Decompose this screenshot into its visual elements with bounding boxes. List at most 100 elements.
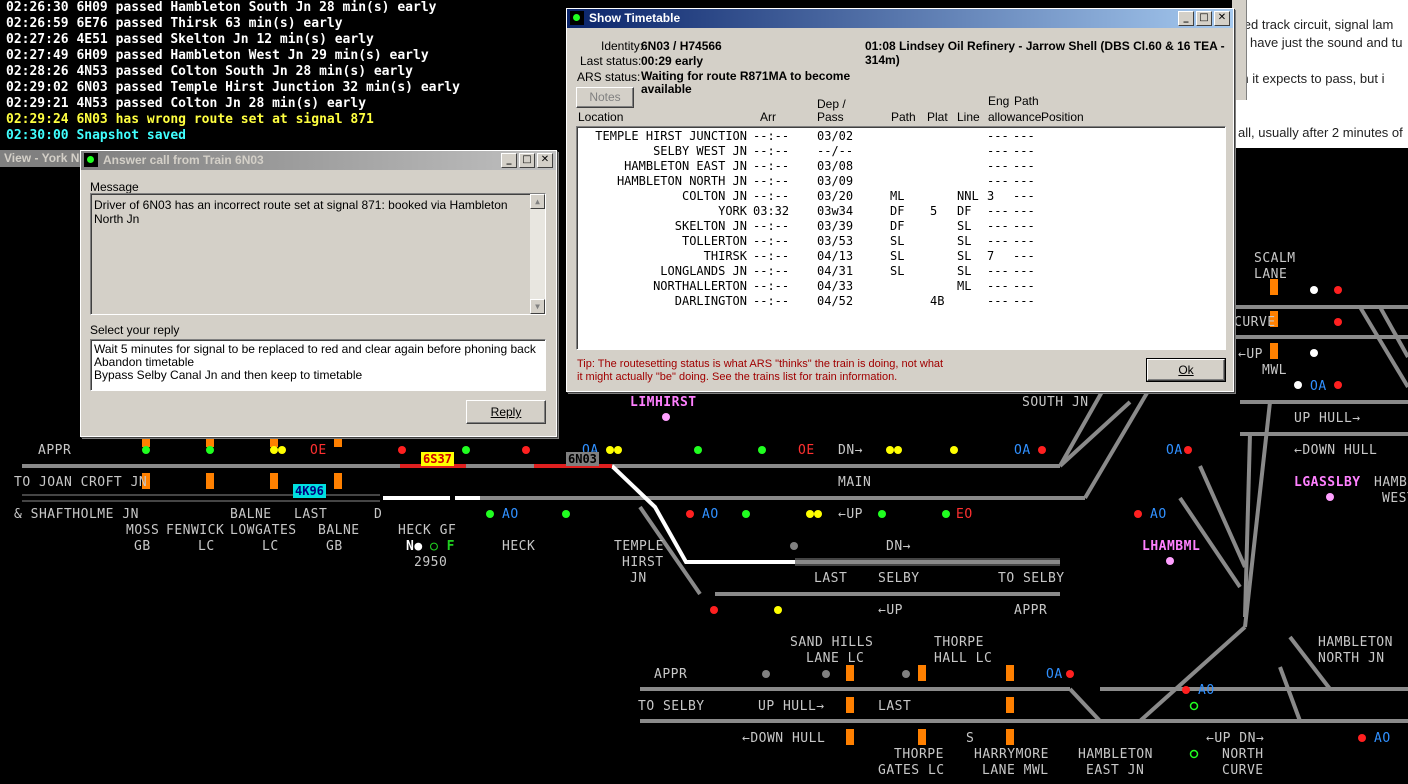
cell-dep: 03/08 bbox=[817, 159, 854, 173]
close-button[interactable]: ✕ bbox=[1214, 11, 1230, 26]
reply-button[interactable]: Reply bbox=[466, 400, 546, 424]
cell-dep: 03/39 bbox=[817, 219, 854, 233]
maximize-button[interactable]: □ bbox=[519, 153, 535, 168]
timetable-row[interactable]: THIRSK --:-- 04/13 SL SL 7 --- bbox=[577, 249, 1217, 264]
cell-location: TOLLERTON bbox=[681, 234, 747, 248]
diagram-label: LC bbox=[262, 539, 279, 554]
diagram-label: UP HULL→ bbox=[1294, 411, 1361, 426]
diagram-label: NORTH JN bbox=[1318, 651, 1385, 666]
cell-dep: 04/31 bbox=[817, 264, 854, 278]
timetable-row[interactable]: DARLINGTON --:-- 04/52 4B --- --- bbox=[577, 294, 1217, 309]
timetable-row[interactable]: TOLLERTON --:-- 03/53 SL SL --- --- bbox=[577, 234, 1217, 249]
help-window: iled track circuit, signal lam have just… bbox=[1232, 0, 1408, 148]
col-line: Line bbox=[957, 110, 980, 124]
cell-arr: --:-- bbox=[753, 144, 790, 158]
app-icon bbox=[84, 153, 98, 167]
signal-tag: OA bbox=[1166, 443, 1183, 458]
timetable-row[interactable]: HAMBLETON EAST JN --:-- 03/08 --- --- bbox=[577, 159, 1217, 174]
identity-label: Identity: bbox=[601, 39, 644, 53]
diagram-label: BALNE bbox=[318, 523, 360, 538]
identity-value: 6N03 / H74566 bbox=[641, 39, 722, 53]
app-icon bbox=[570, 11, 584, 25]
cell-location: SKELTON JN bbox=[674, 219, 747, 233]
cell-location: COLTON JN bbox=[681, 189, 747, 203]
diagram-label: SELBY bbox=[878, 571, 920, 586]
signal-tag: AO bbox=[1198, 683, 1215, 698]
message-text: Driver of 6N03 has an incorrect route se… bbox=[94, 198, 508, 226]
train-headcode[interactable]: 6N03 bbox=[566, 452, 599, 466]
scroll-up-icon[interactable]: ▲ bbox=[530, 194, 545, 209]
minimize-button[interactable]: _ bbox=[501, 153, 517, 168]
reply-list[interactable]: Wait 5 minutes for signal to be replaced… bbox=[90, 339, 546, 391]
location-marker-label[interactable]: LHAMBML bbox=[1142, 539, 1200, 554]
reply-option[interactable]: Abandon timetable bbox=[94, 355, 194, 369]
close-button[interactable]: ✕ bbox=[537, 153, 553, 168]
cell-location: THIRSK bbox=[703, 249, 747, 263]
message-scrollbar[interactable]: ▲ ▼ bbox=[530, 194, 545, 314]
col-position: Position bbox=[1041, 110, 1084, 124]
cell-plat: 5 bbox=[930, 204, 938, 218]
signal-tag: AO bbox=[1150, 507, 1167, 522]
location-marker-label[interactable]: LGASSLBY bbox=[1294, 475, 1361, 490]
timetable-row[interactable]: HAMBLETON NORTH JN --:-- 03/09 --- --- bbox=[577, 174, 1217, 189]
cell-arr: --:-- bbox=[753, 129, 790, 143]
location-marker-label[interactable]: LIMHIRST bbox=[630, 395, 697, 410]
diagram-label: LANE bbox=[1254, 267, 1288, 282]
col-pass: Pass bbox=[817, 110, 844, 124]
cell-arr: --:-- bbox=[753, 294, 790, 308]
reply-option[interactable]: Bypass Selby Canal Jn and then keep to t… bbox=[94, 368, 362, 382]
cell-pp: --- bbox=[1013, 204, 1035, 218]
timetable-row[interactable]: LONGLANDS JN --:-- 04/31 SL SL --- --- bbox=[577, 264, 1217, 279]
diagram-label: HARRYMORE bbox=[974, 747, 1049, 762]
maximize-button[interactable]: □ bbox=[1196, 11, 1212, 26]
signal-tag: OA bbox=[1310, 379, 1327, 394]
cell-pp: --- bbox=[1013, 189, 1035, 203]
timetable-titlebar[interactable]: Show Timetable _ □ ✕ bbox=[567, 9, 1233, 28]
col-path: Path bbox=[891, 110, 916, 124]
scroll-down-icon[interactable]: ▼ bbox=[530, 299, 545, 314]
minimize-button[interactable]: _ bbox=[1178, 11, 1194, 26]
view-window-title[interactable]: View - York N bbox=[0, 150, 84, 167]
timetable-row[interactable]: SELBY WEST JN --:-- --/-- --- --- bbox=[577, 144, 1217, 159]
reply-option[interactable]: Wait 5 minutes for signal to be replaced… bbox=[94, 342, 536, 356]
timetable-row[interactable]: SKELTON JN --:-- 03/39 DF SL --- --- bbox=[577, 219, 1217, 234]
train-headcode[interactable]: 6S37 bbox=[421, 452, 454, 466]
answer-call-dialog: Answer call from Train 6N03 _ □ ✕ Messag… bbox=[80, 150, 557, 437]
log-line: 02:26:30 6H09 passed Hambleton South Jn … bbox=[6, 0, 437, 15]
train-headcode[interactable]: 4K96 bbox=[293, 484, 326, 498]
timetable-row[interactable]: COLTON JN --:-- 03/20 ML NNL 3 --- bbox=[577, 189, 1217, 204]
last-status-label: Last status: bbox=[580, 54, 642, 68]
diagram-label: MOSS bbox=[126, 523, 160, 538]
ok-button[interactable]: Ok bbox=[1146, 358, 1226, 382]
answer-call-titlebar[interactable]: Answer call from Train 6N03 _ □ ✕ bbox=[81, 151, 556, 170]
cell-dep: 03/09 bbox=[817, 174, 854, 188]
diagram-label: HECK bbox=[502, 539, 536, 554]
diagram-label: FENWICK bbox=[166, 523, 225, 538]
cell-pp: --- bbox=[1013, 174, 1035, 188]
cell-arr: --:-- bbox=[753, 264, 790, 278]
timetable-list[interactable]: TEMPLE HIRST JUNCTION --:-- 03/02 --- --- SEL… bbox=[576, 126, 1226, 350]
message-box[interactable]: Driver of 6N03 has an incorrect route se… bbox=[90, 193, 546, 315]
diagram-label: ←UP bbox=[878, 603, 903, 618]
cell-dep: 03/20 bbox=[817, 189, 854, 203]
cell-arr: --:-- bbox=[753, 159, 790, 173]
timetable-row[interactable]: NORTHALLERTON --:-- 04/33 ML --- --- bbox=[577, 279, 1217, 294]
cell-pp: --- bbox=[1013, 159, 1035, 173]
cell-location: HAMBLETON EAST JN bbox=[624, 159, 747, 173]
diagram-label: HAMBLETON bbox=[1078, 747, 1153, 762]
cell-pp: --- bbox=[1013, 144, 1035, 158]
cell-arr: --:-- bbox=[753, 279, 790, 293]
cell-pp: --- bbox=[1013, 249, 1035, 263]
timetable-row[interactable]: TEMPLE HIRST JUNCTION --:-- 03/02 --- --- bbox=[577, 129, 1217, 144]
diagram-label: APPR bbox=[654, 667, 688, 682]
diagram-label: DN→ bbox=[838, 443, 863, 458]
diagram-label: LAST bbox=[294, 507, 328, 522]
cell-line: ML bbox=[957, 279, 972, 293]
cell-dep: 03/53 bbox=[817, 234, 854, 248]
cell-path: SL bbox=[890, 234, 905, 248]
timetable-row[interactable]: YORK 03:32 03w34 DF 5 DF --- --- bbox=[577, 204, 1217, 219]
last-status-value: 00:29 early bbox=[641, 54, 704, 68]
notes-button[interactable]: Notes bbox=[576, 87, 634, 108]
diagram-label: & SHAFTHOLME JN bbox=[14, 507, 139, 522]
cell-dep: --/-- bbox=[817, 144, 854, 158]
